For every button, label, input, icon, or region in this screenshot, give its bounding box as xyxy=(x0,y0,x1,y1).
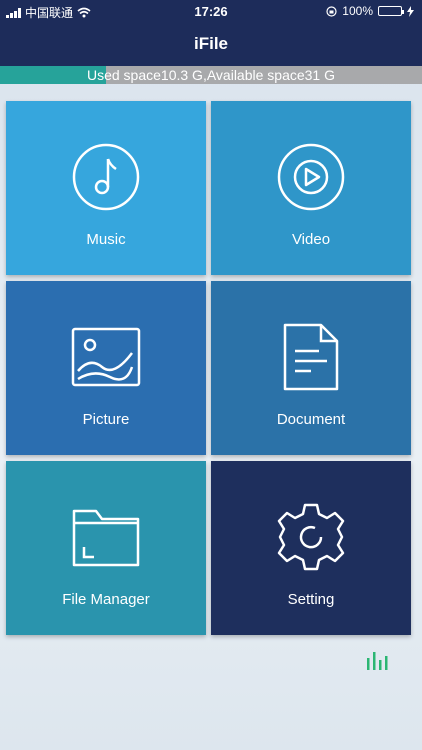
top-bar: 中国联通 17:26 100% iFile xyxy=(0,0,422,66)
picture-tile[interactable]: Picture xyxy=(6,281,206,455)
music-tile[interactable]: Music xyxy=(6,101,206,275)
video-tile[interactable]: Video xyxy=(211,101,411,275)
music-icon xyxy=(72,143,140,211)
document-label: Document xyxy=(276,411,346,428)
setting-tile[interactable]: Setting xyxy=(211,461,411,635)
image-icon xyxy=(71,327,141,387)
rotation-lock-icon xyxy=(326,5,337,17)
file-manager-tile[interactable]: File Manager xyxy=(6,461,206,635)
document-icon xyxy=(283,323,339,391)
file-manager-label: File Manager xyxy=(62,591,150,608)
video-label: Video xyxy=(291,231,331,248)
battery-percent: 100% xyxy=(342,4,373,18)
gear-icon xyxy=(277,503,345,571)
document-tile[interactable]: Document xyxy=(211,281,411,455)
setting-label: Setting xyxy=(287,591,335,608)
play-icon xyxy=(277,143,345,211)
picture-label: Picture xyxy=(82,411,130,428)
status-bar: 中国联通 17:26 100% xyxy=(0,0,422,22)
charging-icon xyxy=(407,5,414,17)
equalizer-icon[interactable] xyxy=(366,650,392,670)
music-label: Music xyxy=(86,231,126,248)
storage-label: Used space10.3 G,Available space31 G xyxy=(86,67,335,83)
storage-bar: Used space10.3 G,Available space31 G xyxy=(0,66,422,84)
folder-icon xyxy=(72,509,140,567)
app-title: iFile xyxy=(193,34,228,53)
battery-icon xyxy=(378,6,404,16)
